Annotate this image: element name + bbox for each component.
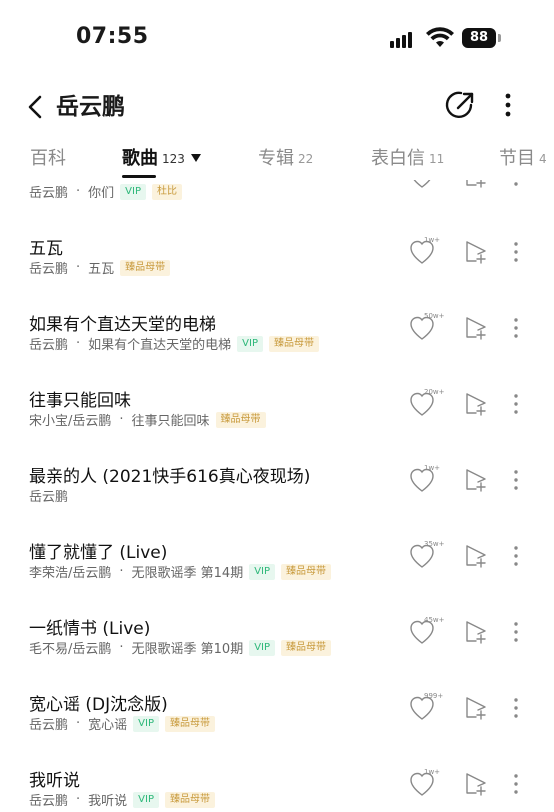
- tab-count: 123: [162, 152, 185, 166]
- song-more-icon[interactable]: [508, 240, 524, 264]
- song-more-icon[interactable]: [508, 180, 524, 188]
- song-more-icon[interactable]: [508, 544, 524, 568]
- song-more-icon[interactable]: [508, 392, 524, 416]
- tab-programs[interactable]: 节目 4: [499, 146, 547, 172]
- tab-bar: 百科 歌曲 123 专辑 22 表白信 11 节目 4: [0, 140, 554, 180]
- song-row[interactable]: 我听说 岳云鹏 · 我听说 VIP 臻品母带 1w+: [0, 728, 554, 809]
- battery-icon: 88: [462, 28, 496, 48]
- sort-dropdown-icon[interactable]: [190, 154, 201, 162]
- add-to-playlist-icon[interactable]: [464, 696, 488, 720]
- add-to-playlist-icon[interactable]: [464, 240, 488, 264]
- like-count: 1w+: [424, 464, 441, 472]
- page-title: 岳云鹏: [56, 94, 125, 120]
- back-button[interactable]: [20, 90, 54, 124]
- add-to-playlist-icon[interactable]: [464, 468, 488, 492]
- song-artist: 岳云鹏: [29, 794, 69, 809]
- song-title: 如果有个直达天堂的电梯: [29, 315, 216, 335]
- battery-tip: [498, 34, 501, 42]
- tab-count: 22: [298, 152, 314, 166]
- status-time: 07:55: [76, 24, 149, 49]
- like-count: 999+: [424, 692, 444, 700]
- song-row[interactable]: 懂了就懂了 (Live) 李荣浩/岳云鹏 · 无限歌谣季 第14期 VIP 臻品母带 35w…: [0, 500, 554, 581]
- more-menu-button[interactable]: [496, 88, 520, 122]
- vip-badge: VIP: [133, 791, 159, 808]
- like-count: 1w+: [424, 236, 441, 244]
- song-more-icon[interactable]: [508, 316, 524, 340]
- song-title: 我听说: [29, 771, 80, 791]
- song-row[interactable]: 一纸情书 (Live) 毛不易/岳云鹏 · 无限歌谣季 第10期 VIP 臻品母带 45w+: [0, 576, 554, 657]
- add-to-playlist-icon[interactable]: [464, 620, 488, 644]
- song-title: 五瓦: [29, 239, 63, 259]
- song-album: 我听说: [88, 794, 128, 809]
- tab-label: 专辑: [258, 148, 294, 169]
- tab-albums[interactable]: 专辑 22: [258, 146, 313, 172]
- like-count: 1w+: [424, 768, 441, 776]
- song-list: 岳云鹏 · 你们 VIP 杜比 五瓦 岳云鹏 · 五瓦 臻品母带 1w+ 如果有个直达天堂的电梯 岳云鹏…: [0, 180, 554, 812]
- like-count: 35w+: [424, 540, 445, 548]
- song-row[interactable]: 五瓦 岳云鹏 · 五瓦 臻品母带 1w+: [0, 196, 554, 277]
- tab-label: 节目: [499, 148, 535, 169]
- separator-dot: ·: [76, 792, 81, 807]
- song-title: 往事只能回味: [29, 391, 131, 411]
- active-tab-indicator: [122, 175, 156, 178]
- song-title: 懂了就懂了 (Live): [29, 543, 168, 563]
- header: 岳云鹏: [0, 80, 554, 134]
- share-button[interactable]: [444, 88, 478, 122]
- song-row[interactable]: 宽心谣 (DJ沈念版) 岳云鹏 · 宽心谣 VIP 臻品母带 999+: [0, 652, 554, 733]
- like-count: 45w+: [424, 616, 445, 624]
- song-meta: 岳云鹏 · 我听说 VIP 臻品母带: [29, 790, 215, 809]
- song-more-icon[interactable]: [508, 696, 524, 720]
- song-more-icon[interactable]: [508, 468, 524, 492]
- tab-label: 表白信: [371, 148, 425, 169]
- add-to-playlist-icon[interactable]: [464, 316, 488, 340]
- tab-songs[interactable]: 歌曲 123: [122, 146, 201, 172]
- song-title: 一纸情书 (Live): [29, 619, 151, 639]
- tab-label: 歌曲: [122, 148, 158, 169]
- quality-badge: 臻品母带: [165, 791, 215, 808]
- song-title: 最亲的人 (2021快手616真心夜现场): [29, 467, 311, 487]
- add-to-playlist-icon[interactable]: [464, 544, 488, 568]
- tab-encyclopedia[interactable]: 百科: [30, 146, 66, 172]
- like-count: 20w+: [424, 388, 445, 396]
- like-count: 50w+: [424, 312, 445, 320]
- add-to-playlist-icon[interactable]: [464, 772, 488, 796]
- song-row[interactable]: 最亲的人 (2021快手616真心夜现场) 岳云鹏 1w+: [0, 424, 554, 505]
- song-more-icon[interactable]: [508, 620, 524, 644]
- like-icon[interactable]: [410, 180, 440, 190]
- add-to-playlist-icon[interactable]: [464, 180, 488, 188]
- signal-icon: [390, 30, 418, 48]
- tab-count: 11: [429, 152, 445, 166]
- add-to-playlist-icon[interactable]: [464, 392, 488, 416]
- song-row[interactable]: 如果有个直达天堂的电梯 岳云鹏 · 如果有个直达天堂的电梯 VIP 臻品母带 50w+: [0, 272, 554, 353]
- song-row[interactable]: 往事只能回味 宋小宝/岳云鹏 · 往事只能回味 臻品母带 20w+: [0, 348, 554, 429]
- song-row[interactable]: 岳云鹏 · 你们 VIP 杜比: [0, 180, 554, 201]
- tab-count: 4: [539, 152, 547, 166]
- song-more-icon[interactable]: [508, 772, 524, 796]
- tab-label: 百科: [30, 148, 66, 169]
- status-bar: 07:55 88: [0, 0, 554, 80]
- wifi-icon: [426, 27, 454, 47]
- tab-letters[interactable]: 表白信 11: [371, 146, 444, 172]
- song-title: 宽心谣 (DJ沈念版): [29, 695, 168, 715]
